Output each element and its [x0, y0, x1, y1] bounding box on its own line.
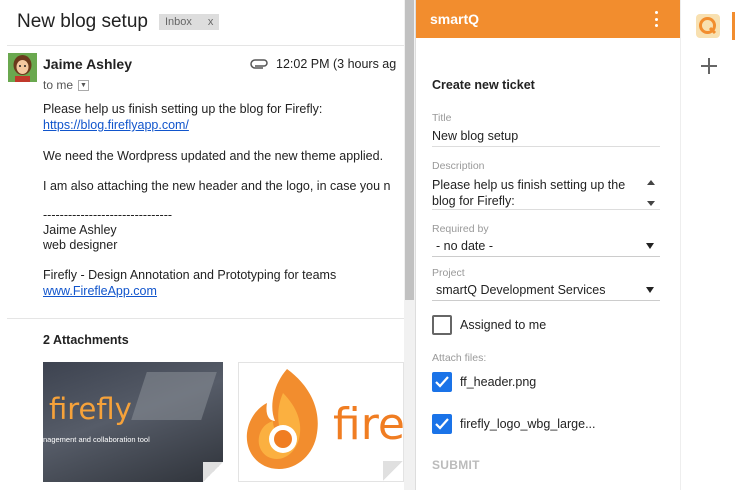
project-select[interactable]: smartQ Development Services [432, 279, 660, 301]
plus-icon[interactable] [699, 56, 719, 76]
file-2-checkbox[interactable] [432, 414, 452, 434]
avatar[interactable] [8, 53, 37, 82]
smartq-app-icon[interactable] [695, 13, 721, 39]
attachment-thumbnail-logo[interactable]: fire [238, 362, 404, 482]
project-label: Project [432, 267, 465, 279]
firefly-flame-logo-icon [246, 369, 318, 469]
chevron-down-icon: ▼ [80, 81, 87, 89]
file-row-1[interactable]: ff_header.png [432, 372, 536, 392]
attachments-divider [7, 318, 404, 319]
email-subject: New blog setup [17, 11, 148, 32]
attachments-title: 2 Attachments [43, 333, 129, 347]
email-pane: New blog setup Inbox x Jaime Ashley to m… [0, 0, 404, 490]
label-chip-text: Inbox [164, 16, 192, 28]
scroll-down-icon[interactable] [647, 201, 655, 206]
signature-company: Firefly - Design Annotation and Prototyp… [43, 268, 337, 282]
sender-name[interactable]: Jaime Ashley [43, 56, 132, 72]
assigned-to-me-checkbox[interactable] [432, 315, 452, 335]
body-line-1: Please help us finish setting up the blo… [43, 102, 323, 116]
page-fold-icon [203, 462, 223, 482]
required-by-value: - no date - [436, 238, 493, 253]
attachment-thumbnail-header[interactable]: firefly nagement and collaboration tool [43, 362, 223, 482]
file-1-name: ff_header.png [460, 375, 537, 389]
addon-rail [680, 0, 735, 490]
header-divider [7, 45, 404, 46]
remove-label-button[interactable]: x [208, 14, 214, 30]
page-fold-icon [383, 461, 403, 481]
panel-app-name: smartQ [430, 11, 480, 27]
recipient-details-dropdown[interactable]: ▼ [78, 79, 90, 91]
signature-rule: ------------------------------- [43, 208, 173, 222]
checkmark-icon [435, 376, 449, 388]
blog-link[interactable]: https://blog.fireflyapp.com/ [43, 118, 189, 132]
assigned-to-me-row[interactable]: Assigned to me [432, 315, 546, 335]
signature-role: web designer [43, 238, 118, 252]
body-line-2: We need the Wordpress updated and the ne… [43, 149, 384, 163]
subject-row: New blog setup Inbox x [17, 11, 220, 33]
checkmark-icon [435, 418, 449, 430]
file-row-2[interactable]: firefly_logo_wbg_large... [432, 414, 596, 434]
dropdown-caret-icon [646, 287, 654, 293]
attach-files-label: Attach files: [432, 352, 487, 364]
required-by-select[interactable]: - no date - [432, 235, 660, 257]
scroll-up-icon[interactable] [647, 180, 655, 185]
recipient-text: to me [43, 78, 74, 92]
title-input[interactable]: New blog setup [432, 129, 660, 147]
thumbnail-brand-word: firefly [49, 392, 132, 426]
description-textarea[interactable]: Please help us finish setting up the blo… [432, 177, 660, 210]
signature-name: Jaime Ashley [43, 223, 117, 237]
laptop-photo-shape [131, 372, 217, 420]
thumbnail-tagline: nagement and collaboration tool [43, 435, 150, 444]
body-link-1[interactable]: https://blog.fireflyapp.com/ [43, 118, 189, 133]
email-scrollbar-thumb[interactable] [405, 0, 414, 300]
description-scrollbar[interactable] [644, 177, 659, 209]
file-2-name: firefly_logo_wbg_large... [460, 417, 596, 431]
body-line-3: I am also attaching the new header and t… [43, 179, 391, 193]
email-time: 12:02 PM (3 hours ag [276, 57, 397, 71]
file-1-checkbox[interactable] [432, 372, 452, 392]
title-label: Title [432, 112, 452, 124]
inbox-label-chip[interactable]: Inbox x [158, 14, 220, 30]
website-link[interactable]: www.FirefleApp.com [43, 284, 157, 298]
description-label: Description [432, 160, 485, 172]
paperclip-icon [250, 59, 268, 69]
recipient-line: to me ▼ [43, 78, 90, 92]
section-title: Create new ticket [432, 78, 535, 92]
avatar-illustration [8, 53, 37, 82]
dropdown-caret-icon [646, 243, 654, 249]
panel-header: smartQ [416, 0, 680, 38]
submit-button[interactable]: SUBMIT [432, 458, 480, 472]
more-options-icon[interactable] [653, 11, 659, 27]
project-value: smartQ Development Services [436, 282, 606, 297]
thumbnail-logo-word: fire [333, 399, 404, 450]
smartq-panel: smartQ Create new ticket Title New blog … [415, 0, 680, 490]
required-by-label: Required by [432, 223, 489, 235]
signature-link-row[interactable]: www.FirefleApp.com [43, 284, 157, 299]
assigned-to-me-label: Assigned to me [460, 318, 547, 332]
